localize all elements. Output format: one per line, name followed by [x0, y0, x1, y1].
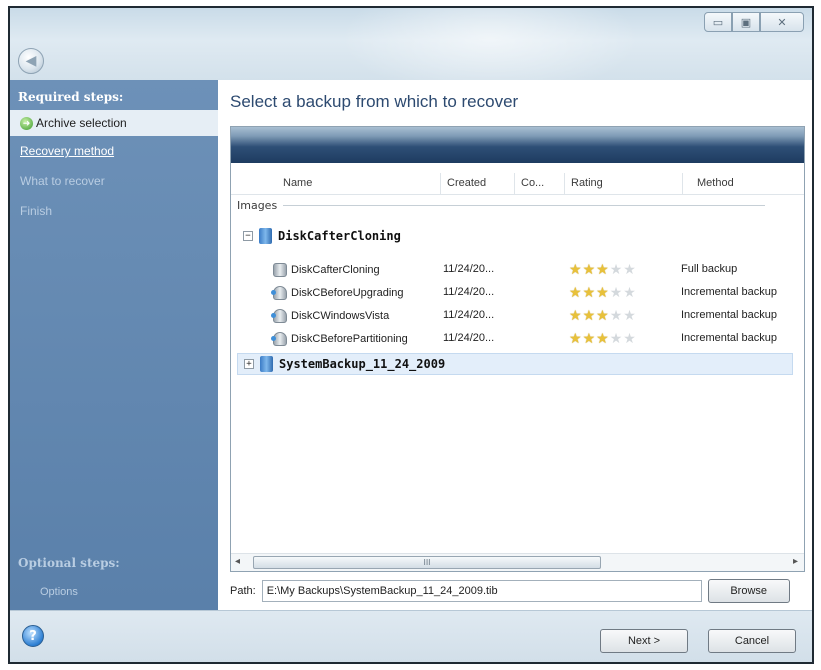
column-header-method[interactable]: Method: [683, 173, 803, 195]
arrow-left-icon: ◀: [25, 53, 37, 69]
wizard-window: ◀ ▭ ▣ ✕ Required steps: ➜ Archive select…: [8, 6, 814, 664]
minimize-icon: ▭: [712, 15, 724, 29]
column-header-rating[interactable]: Rating: [565, 173, 683, 195]
row-method: Incremental backup: [681, 309, 777, 321]
tree-node-systembackup[interactable]: + SystemBackup_11_24_2009: [237, 353, 793, 375]
row-name: DiskCWindowsVista: [291, 310, 390, 322]
star-icon[interactable]: ★: [596, 330, 609, 346]
sidebar-item-archive-selection[interactable]: ➜ Archive selection: [10, 110, 218, 136]
table-row[interactable]: DiskCafterCloning 11/24/20... ★ ★ ★ ★ ★ Full…: [231, 259, 804, 282]
column-header-created[interactable]: Created: [441, 173, 515, 195]
rating-stars[interactable]: ★ ★ ★ ★ ★: [569, 307, 636, 323]
minimize-button[interactable]: ▭: [704, 12, 732, 32]
star-icon[interactable]: ★: [569, 261, 582, 277]
row-created: 11/24/20...: [443, 286, 495, 298]
page-title: Select a backup from which to recover: [230, 92, 519, 111]
back-button[interactable]: ◀: [18, 48, 44, 74]
path-row: Path: Browse: [230, 578, 805, 604]
horizontal-scrollbar[interactable]: ◂ III ▸: [231, 553, 804, 571]
star-icon[interactable]: ★: [596, 261, 609, 277]
scroll-left-icon[interactable]: ◂: [235, 556, 240, 567]
row-method: Incremental backup: [681, 332, 777, 344]
optional-steps-heading: Optional steps:: [18, 556, 120, 570]
table-row[interactable]: DiskCWindowsVista 11/24/20... ★ ★ ★ ★ ★ Incr…: [231, 305, 804, 328]
row-name: DiskCBeforePartitioning: [291, 333, 408, 345]
row-created: 11/24/20...: [443, 263, 495, 275]
star-icon[interactable]: ★: [583, 307, 596, 323]
close-button[interactable]: ✕: [760, 12, 804, 32]
star-icon[interactable]: ★: [583, 284, 596, 300]
collapse-toggle[interactable]: −: [243, 231, 253, 241]
table-row[interactable]: DiskCBeforeUpgrading 11/24/20... ★ ★ ★ ★ ★ I…: [231, 282, 804, 305]
group-label-images: Images: [237, 199, 765, 212]
expand-toggle[interactable]: +: [244, 359, 254, 369]
row-name: DiskCBeforeUpgrading: [291, 287, 404, 299]
star-icon[interactable]: ★: [569, 307, 582, 323]
sidebar-item-label: Archive selection: [36, 116, 127, 130]
sidebar-item-recovery-method[interactable]: Recovery method: [10, 136, 218, 166]
scroll-thumb[interactable]: III: [253, 556, 601, 569]
required-steps-heading: Required steps:: [18, 90, 124, 104]
cancel-button[interactable]: Cancel: [708, 629, 796, 653]
title-bar: ◀ ▭ ▣ ✕: [10, 8, 812, 98]
maximize-icon: ▣: [740, 15, 752, 29]
row-method: Incremental backup: [681, 286, 777, 298]
star-icon[interactable]: ★: [596, 284, 609, 300]
column-header-row: Name Created Co... Rating Method: [231, 173, 804, 195]
incremental-backup-icon: [271, 286, 287, 300]
wizard-footer: ? Next > Cancel: [10, 610, 812, 662]
table-row[interactable]: DiskCBeforePartitioning 11/24/20... ★ ★ ★ ★…: [231, 328, 804, 351]
disk-icon: [260, 356, 273, 372]
star-icon[interactable]: ★: [610, 307, 623, 323]
star-icon[interactable]: ★: [569, 284, 582, 300]
row-name: DiskCafterCloning: [291, 264, 380, 276]
next-button[interactable]: Next >: [600, 629, 688, 653]
steps-sidebar: Required steps: ➜ Archive selection Reco…: [10, 80, 218, 610]
star-icon[interactable]: ★: [623, 261, 636, 277]
incremental-backup-icon: [271, 332, 287, 346]
star-icon[interactable]: ★: [596, 307, 609, 323]
star-icon[interactable]: ★: [569, 330, 582, 346]
row-method: Full backup: [681, 263, 738, 275]
star-icon[interactable]: ★: [623, 284, 636, 300]
star-icon[interactable]: ★: [610, 261, 623, 277]
star-icon[interactable]: ★: [623, 307, 636, 323]
star-icon[interactable]: ★: [610, 284, 623, 300]
list-header-band: [231, 127, 804, 163]
path-label: Path:: [230, 585, 256, 597]
grip-icon: III: [423, 558, 431, 567]
sidebar-item-finish: Finish: [20, 204, 53, 218]
row-created: 11/24/20...: [443, 309, 495, 321]
sidebar-item-options: Options: [40, 586, 78, 598]
window-controls: ▭ ▣ ✕: [704, 12, 804, 32]
incremental-backup-icon: [271, 309, 287, 323]
group-label-text: Images: [237, 199, 278, 212]
main-panel: Select a backup from which to recover Na…: [218, 80, 812, 610]
rating-stars[interactable]: ★ ★ ★ ★ ★: [569, 284, 636, 300]
help-icon[interactable]: ?: [22, 625, 44, 647]
column-header-comment[interactable]: Co...: [515, 173, 565, 195]
backup-list: Name Created Co... Rating Method Images …: [230, 126, 805, 572]
group-divider: [283, 205, 765, 206]
row-created: 11/24/20...: [443, 332, 495, 344]
rating-stars[interactable]: ★ ★ ★ ★ ★: [569, 261, 636, 277]
path-input[interactable]: [261, 580, 702, 602]
close-icon: ✕: [777, 15, 787, 29]
rating-stars[interactable]: ★ ★ ★ ★ ★: [569, 330, 636, 346]
star-icon[interactable]: ★: [610, 330, 623, 346]
sidebar-item-what-to-recover: What to recover: [20, 174, 105, 188]
star-icon[interactable]: ★: [583, 261, 596, 277]
tree-node-diskcaftercloning[interactable]: − DiskCafterCloning: [243, 225, 401, 247]
tree-node-label: SystemBackup_11_24_2009: [279, 357, 446, 371]
column-header-name[interactable]: Name: [231, 173, 441, 195]
maximize-button[interactable]: ▣: [732, 12, 760, 32]
tree-node-label: DiskCafterCloning: [278, 229, 401, 243]
full-backup-icon: [273, 263, 287, 277]
browse-button[interactable]: Browse: [707, 579, 790, 603]
scroll-right-icon[interactable]: ▸: [793, 556, 798, 567]
star-icon[interactable]: ★: [583, 330, 596, 346]
star-icon[interactable]: ★: [623, 330, 636, 346]
current-step-icon: ➜: [20, 116, 33, 130]
disk-icon: [259, 228, 272, 244]
